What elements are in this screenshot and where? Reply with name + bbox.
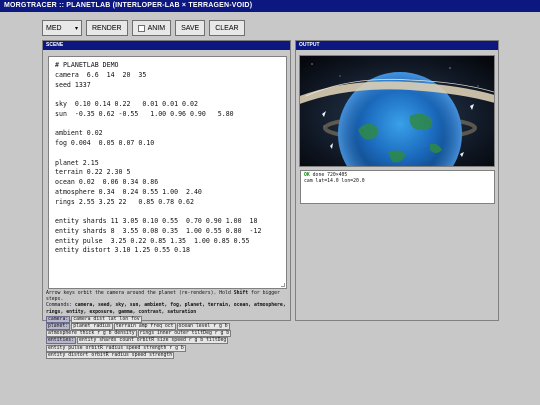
output-panel-header: OUTPUT xyxy=(296,41,498,50)
planet-label: planet: xyxy=(46,323,71,331)
help-planet-row: planet: planet radius terrain amp freq oct… xyxy=(46,323,289,338)
help-camera-row: camera: camera dist lat lon fov xyxy=(46,315,289,323)
terrain-chip: terrain amp freq oct xyxy=(113,323,176,331)
scene-panel: SCENE # PLANETLAB DEMO camera 6.6 14 20 … xyxy=(42,40,291,359)
planet-render xyxy=(300,56,494,166)
clear-button[interactable]: CLEAR xyxy=(209,20,245,36)
help-entities-row: entities: entity shards count orbitR size… xyxy=(46,337,289,359)
render-button[interactable]: RENDER xyxy=(86,20,128,36)
anim-label: ANIM xyxy=(147,24,166,32)
camera-chip: camera dist lat lon fov xyxy=(71,315,142,323)
commands-list: camera, seed, sky, sun, ambient, fog, pl… xyxy=(46,303,286,315)
quality-select-value: MED xyxy=(46,24,62,32)
camera-readout: cam lat=14.0 lon=20.0 xyxy=(304,179,365,184)
commands-label: Commands: xyxy=(46,303,72,309)
render-status: OK done 720×405 cam lat=14.0 lon=20.0 xyxy=(300,170,495,204)
save-button[interactable]: SAVE xyxy=(175,20,206,36)
help-intro: Arrow keys orbit the camera around the p… xyxy=(46,291,289,303)
scene-source-text[interactable]: # PLANETLAB DEMO camera 6.6 14 20 35 see… xyxy=(55,61,280,256)
scene-panel-header: SCENE xyxy=(43,41,290,50)
anim-toggle[interactable]: ANIM xyxy=(131,20,172,36)
planet-chip: planet radius xyxy=(71,323,113,331)
quality-select[interactable]: MED ▾ xyxy=(42,20,82,36)
window-title: MORGTRACER :: PLANETLAB (INTERLOPER-LAB … xyxy=(0,0,540,12)
help-intro-a: Arrow keys orbit the camera around the p… xyxy=(46,291,234,296)
help-commands: Commands: camera, seed, sky, sun, ambien… xyxy=(46,303,289,315)
entity-distort-chip: entity distort orbitR radius speed stren… xyxy=(46,351,175,359)
entities-label: entities: xyxy=(46,337,76,345)
help-text: Arrow keys orbit the camera around the p… xyxy=(46,291,289,359)
entity-shards-chip: entity shards count orbitR size speed r … xyxy=(77,337,229,345)
camera-label: camera: xyxy=(46,315,71,323)
output-panel: OUTPUT OK done 720×405 cam lat=14.0 lon=… xyxy=(295,40,499,321)
render-viewport[interactable] xyxy=(299,55,495,167)
entity-pulse-chip: entity pulse orbitR radius speed strengt… xyxy=(46,344,186,352)
rings-chip: rings inner outer tiltDeg r g b xyxy=(137,330,232,338)
chevron-down-icon: ▾ xyxy=(74,25,78,32)
resize-handle-icon[interactable] xyxy=(281,283,285,287)
toolbar: MED ▾ RENDER ANIM SAVE CLEAR xyxy=(42,20,245,36)
status-text: done 720×405 xyxy=(309,173,348,178)
atmosphere-chip: atmosphere thick r g b density xyxy=(46,330,137,338)
scene-editor[interactable]: # PLANETLAB DEMO camera 6.6 14 20 35 see… xyxy=(48,56,287,289)
help-intro-key: Shift xyxy=(233,291,249,296)
anim-checkbox[interactable] xyxy=(137,24,145,32)
ocean-chip: ocean level r g b xyxy=(176,323,230,331)
